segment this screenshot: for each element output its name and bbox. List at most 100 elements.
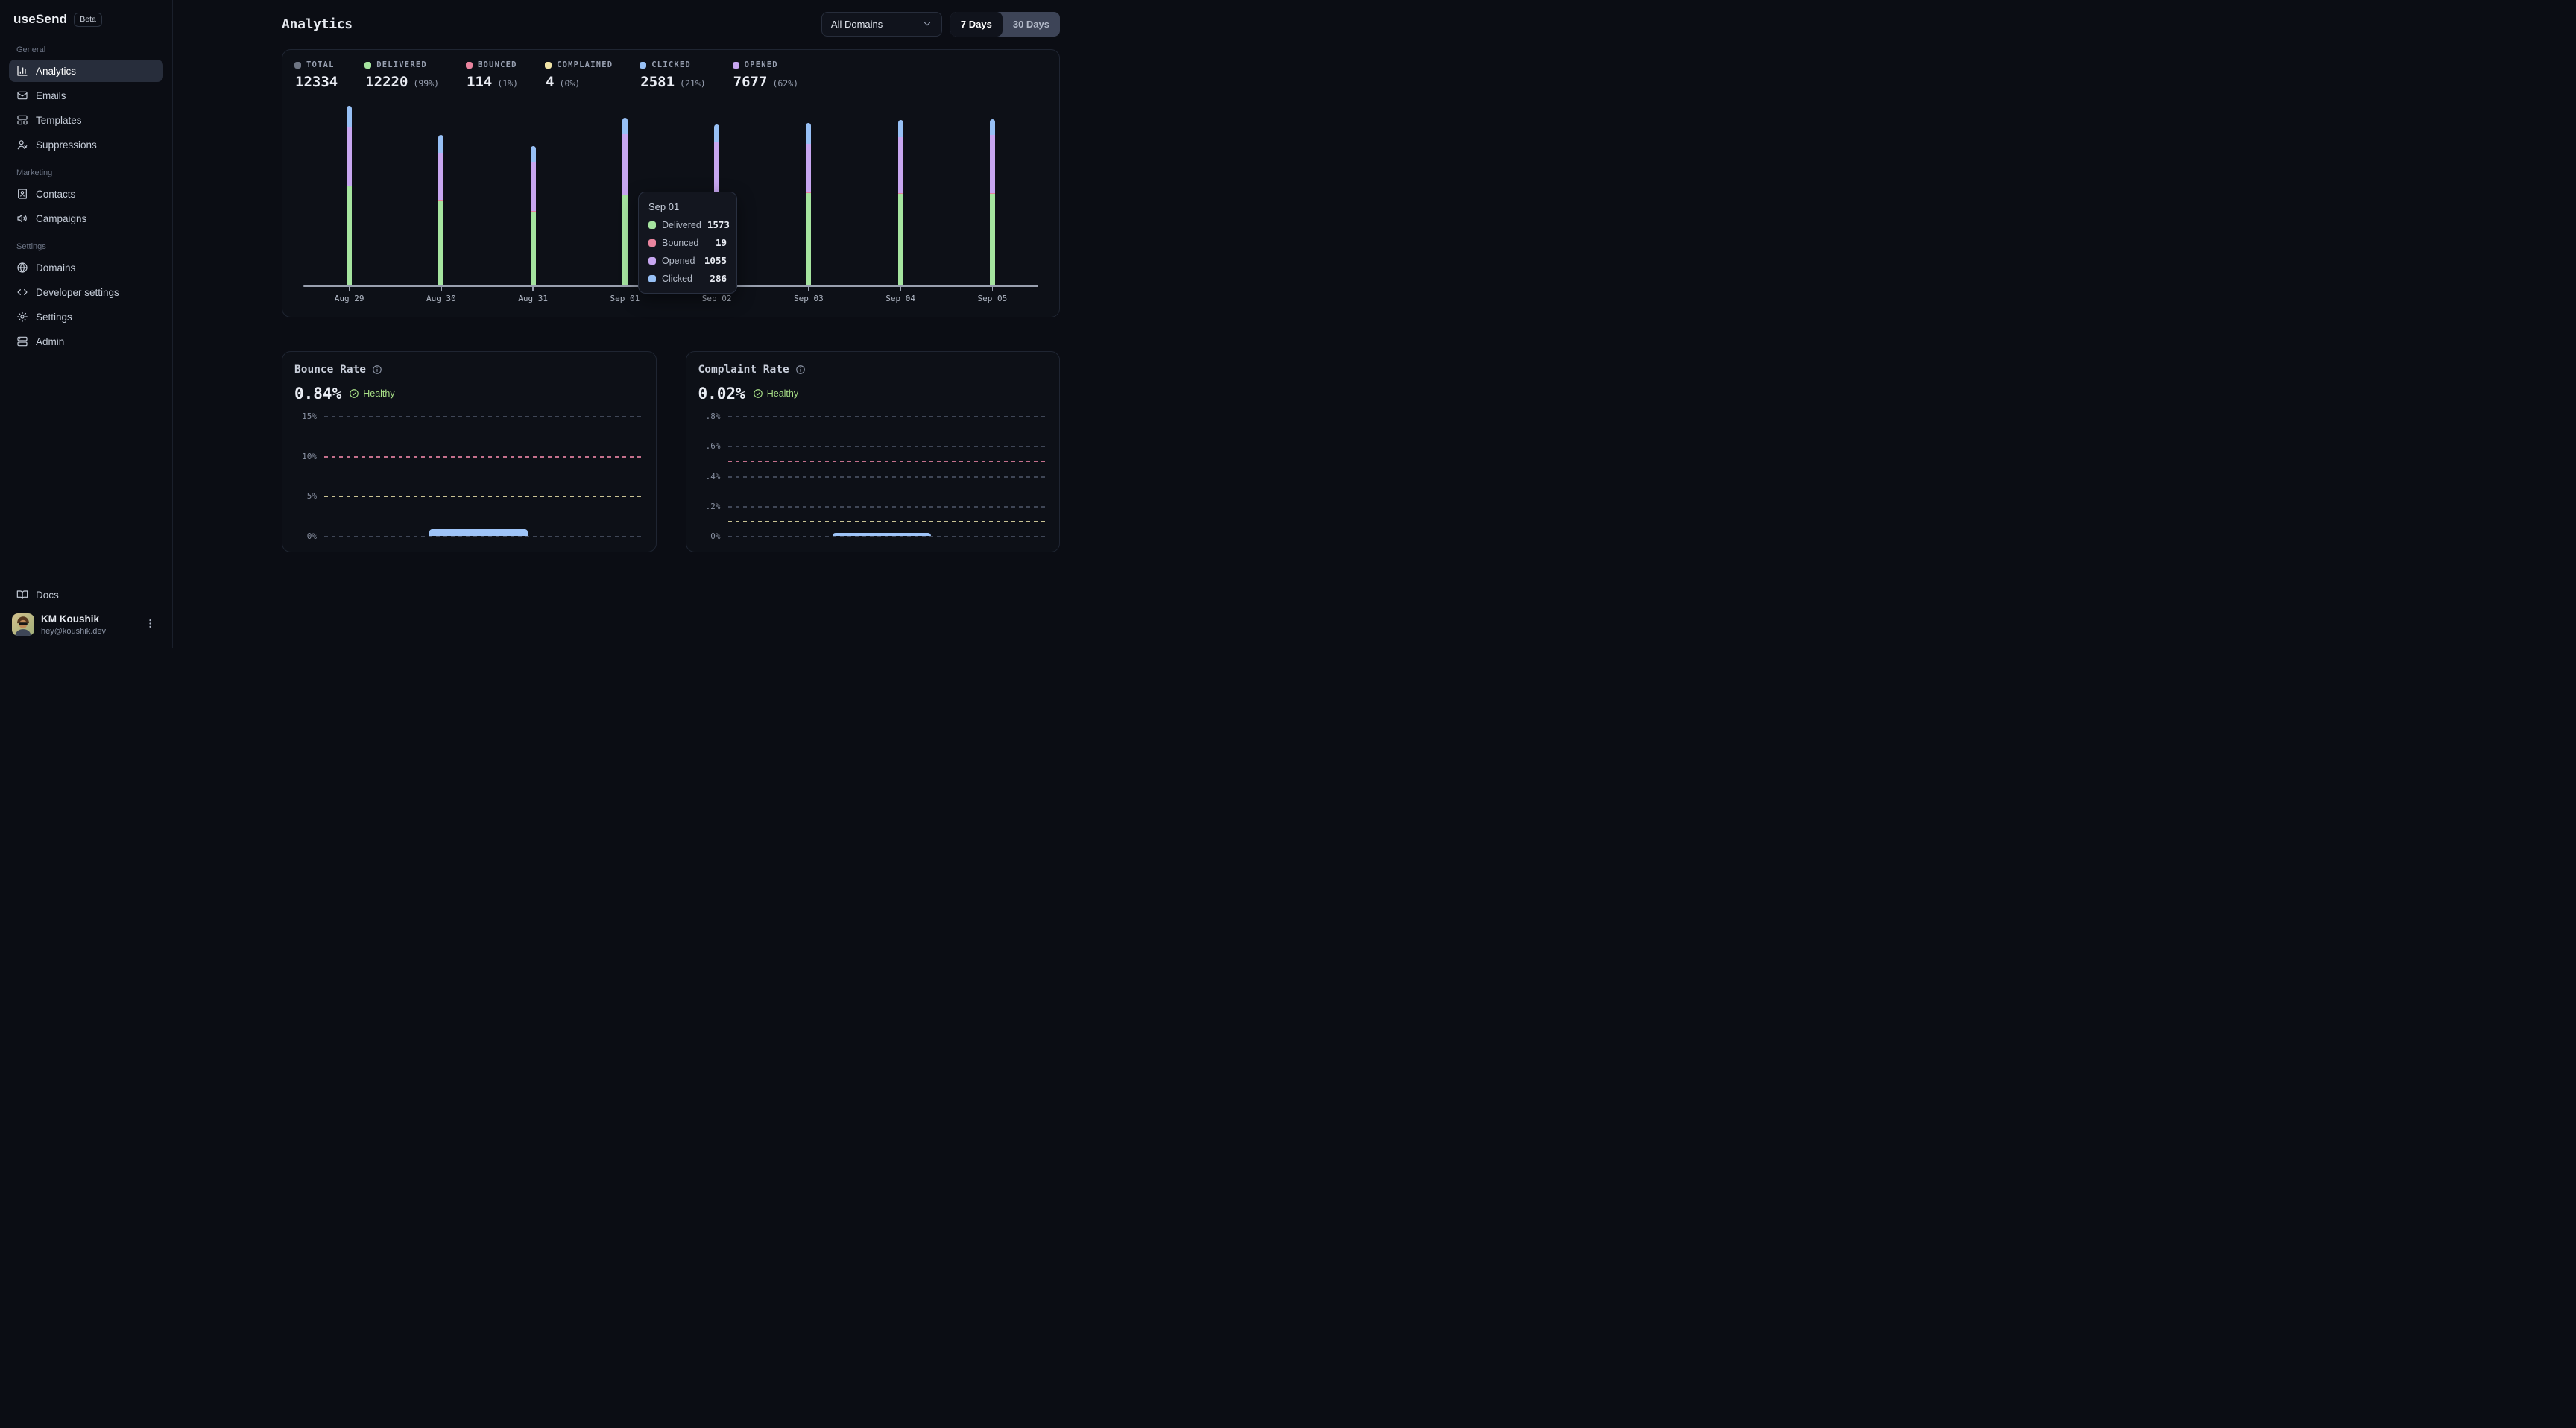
x-tick	[763, 287, 854, 291]
sidebar-item-label: Suppressions	[36, 139, 97, 151]
sidebar: useSend Beta GeneralAnalyticsEmailsTempl…	[0, 0, 173, 648]
stat-label: TOTAL	[306, 60, 335, 69]
x-tick	[855, 287, 947, 291]
sidebar-item-settings[interactable]: Settings	[9, 306, 163, 328]
more-vertical-icon[interactable]	[140, 616, 160, 634]
sidebar-item-templates[interactable]: Templates	[9, 109, 163, 131]
threshold-line-warning	[728, 521, 1046, 522]
email-events-chart: Sep 01 Delivered1573Bounced19Opened1055C…	[294, 105, 1047, 303]
sidebar-item-analytics[interactable]: Analytics	[9, 60, 163, 82]
sidebar-section-label-marketing: Marketing	[16, 168, 156, 177]
tooltip-row-clicked: Clicked286	[648, 273, 727, 284]
complaint-rate-card: Complaint Rate 0.02% Healthy .8%.6%.4%.2…	[686, 351, 1061, 552]
tooltip-value: 1055	[704, 255, 727, 266]
stat-value: 12220	[365, 74, 408, 90]
user-menu[interactable]: KM Koushik hey@koushik.dev	[9, 606, 163, 637]
sidebar-item-emails[interactable]: Emails	[9, 84, 163, 107]
bar-aug-31[interactable]	[487, 146, 579, 285]
segment-opened	[990, 135, 995, 193]
sidebar-item-campaigns[interactable]: Campaigns	[9, 207, 163, 230]
sidebar-item-label: Admin	[36, 336, 64, 347]
x-label-sep-01: Sep 01	[579, 294, 671, 303]
sidebar-item-admin[interactable]: Admin	[9, 330, 163, 353]
sidebar-item-docs[interactable]: Docs	[9, 584, 163, 606]
bar-aug-29[interactable]	[303, 106, 395, 285]
info-icon[interactable]	[372, 364, 382, 375]
beta-badge: Beta	[74, 13, 102, 27]
segment-opened	[438, 153, 443, 200]
stat-label: DELIVERED	[376, 60, 427, 69]
stat-total: TOTAL12334	[294, 60, 338, 90]
bar-aug-30[interactable]	[395, 135, 487, 285]
segment-delivered	[438, 201, 443, 285]
sidebar-item-contacts[interactable]: Contacts	[9, 183, 163, 205]
bounce-rate-card: Bounce Rate 0.84% Healthy 15%10%5%0%	[282, 351, 657, 552]
range-option-7-days[interactable]: 7 Days	[950, 12, 1003, 37]
segment-clicked	[622, 118, 628, 134]
stacked-bar	[347, 106, 352, 285]
y-tick-label: .2%	[698, 502, 721, 511]
stat-percentage: (0%)	[560, 78, 581, 89]
legend-dot	[364, 62, 371, 69]
stat-delivered: DELIVERED12220(99%)	[364, 60, 439, 90]
tooltip-dot	[648, 257, 656, 265]
y-tick-label: 15%	[294, 411, 317, 421]
sidebar-item-label: Emails	[36, 90, 66, 101]
domain-filter-select[interactable]: All Domains	[821, 12, 942, 37]
overview-card: TOTAL12334DELIVERED12220(99%)BOUNCED114(…	[282, 49, 1060, 317]
avatar	[12, 613, 34, 636]
sidebar-item-label: Analytics	[36, 66, 76, 77]
bounce-rate-value-row: 0.84% Healthy	[294, 385, 644, 402]
range-option-30-days[interactable]: 30 Days	[1003, 12, 1060, 37]
sidebar-section-label-settings: Settings	[16, 242, 156, 251]
header-controls: All Domains 7 Days30 Days	[821, 12, 1060, 37]
x-label-sep-02: Sep 02	[671, 294, 763, 303]
code-icon	[16, 286, 28, 298]
sidebar-item-label: Campaigns	[36, 213, 86, 224]
stat-percentage: (1%)	[497, 78, 518, 89]
check-circle-icon	[753, 388, 763, 399]
gridline	[728, 506, 1046, 508]
tooltip-row-delivered: Delivered1573	[648, 219, 727, 230]
x-label-sep-04: Sep 04	[855, 294, 947, 303]
stacked-bar	[622, 118, 628, 285]
y-tick-label: 10%	[294, 452, 317, 461]
date-range-toggle: 7 Days30 Days	[950, 12, 1060, 37]
complaint-rate-value-row: 0.02% Healthy	[698, 385, 1048, 402]
y-tick-label: .6%	[698, 441, 721, 451]
x-axis-labels: Aug 29Aug 30Aug 31Sep 01Sep 02Sep 03Sep …	[303, 294, 1038, 303]
rate-chart-plot	[324, 416, 643, 536]
segment-opened	[714, 142, 719, 198]
bar-sep-05[interactable]	[947, 119, 1038, 285]
gear-icon	[16, 311, 28, 323]
sidebar-item-suppressions[interactable]: Suppressions	[9, 133, 163, 156]
x-label-aug-30: Aug 30	[395, 294, 487, 303]
y-tick-label: .8%	[698, 411, 721, 421]
segment-clicked	[990, 119, 995, 135]
info-icon[interactable]	[795, 364, 806, 375]
sidebar-item-developer-settings[interactable]: Developer settings	[9, 281, 163, 303]
page-title: Analytics	[282, 16, 353, 32]
segment-clicked	[806, 123, 811, 144]
bar-sep-04[interactable]	[855, 120, 947, 285]
tooltip-dot	[648, 275, 656, 282]
segment-clicked	[347, 106, 352, 127]
bounce-rate-chart: 15%10%5%0%	[294, 416, 644, 541]
gridline	[728, 416, 1046, 417]
segment-delivered	[898, 194, 903, 285]
rate-value-bar[interactable]	[833, 533, 931, 536]
app-logo: useSend	[13, 12, 67, 27]
legend-dot	[733, 62, 739, 69]
user-email: hey@koushik.dev	[41, 627, 106, 636]
sidebar-item-label: Contacts	[36, 189, 75, 200]
rate-value-bar[interactable]	[429, 529, 528, 536]
stat-complained: COMPLAINED4(0%)	[545, 60, 613, 90]
tooltip-date: Sep 01	[648, 201, 727, 212]
server-icon	[16, 335, 28, 347]
chevron-down-icon	[922, 19, 932, 29]
complaint-rate-value: 0.02%	[698, 385, 745, 402]
bar-sep-03[interactable]	[763, 123, 854, 285]
app-root: useSend Beta GeneralAnalyticsEmailsTempl…	[0, 0, 1169, 648]
gridline	[728, 536, 1046, 537]
sidebar-item-domains[interactable]: Domains	[9, 256, 163, 279]
